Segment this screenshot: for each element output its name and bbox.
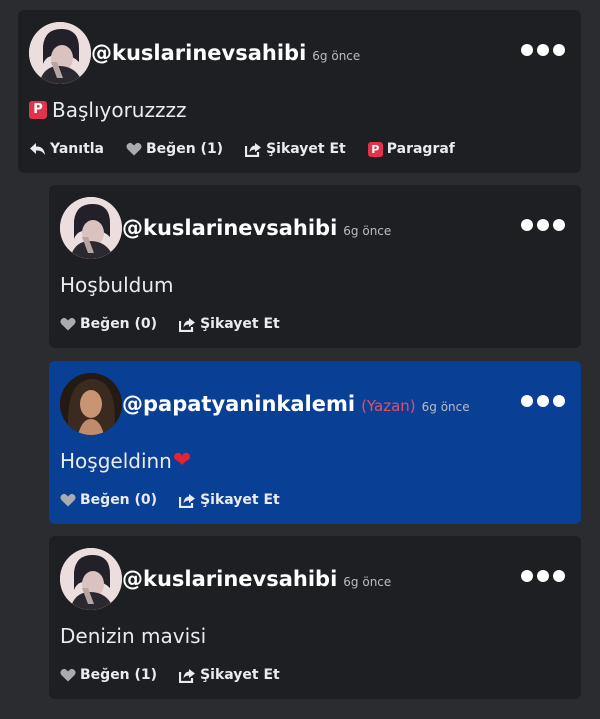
report-button[interactable]: Şikayet Et — [179, 667, 280, 683]
user-avatar-image — [60, 197, 122, 259]
report-button[interactable]: Şikayet Et — [179, 492, 280, 508]
comment-actions: Yanıtla Beğen (1) Şikayet Et P Paragraf — [29, 141, 477, 157]
more-options-icon[interactable] — [521, 395, 565, 407]
avatar[interactable] — [60, 548, 122, 610]
comment-actions: Beğen (0) Şikayet Et — [60, 492, 302, 508]
comment-body: Hoşgeldinn — [60, 449, 172, 473]
like-label: Beğen (1) — [80, 667, 158, 683]
like-button[interactable]: Beğen (1) — [60, 667, 157, 683]
timestamp: 6g önce — [343, 575, 392, 589]
comment-header: @kuslarinevsahibi 6g önce — [91, 41, 360, 68]
more-options-icon[interactable] — [521, 570, 565, 582]
like-label: Beğen (0) — [80, 316, 158, 332]
username[interactable]: @kuslarinevsahibi — [122, 567, 337, 591]
reply-label: Yanıtla — [50, 141, 105, 157]
like-label: Beğen (1) — [146, 141, 224, 157]
comment-actions: Beğen (1) Şikayet Et — [60, 667, 302, 683]
like-button[interactable]: Beğen (0) — [60, 492, 157, 508]
share-report-icon — [179, 493, 196, 508]
heart-icon — [60, 493, 76, 507]
comment-body: Hoşbuldum — [60, 273, 174, 297]
avatar[interactable] — [29, 22, 91, 84]
avatar[interactable] — [60, 373, 122, 435]
more-options-icon[interactable] — [521, 219, 565, 231]
share-report-icon — [179, 668, 196, 683]
timestamp: 6g önce — [421, 400, 470, 414]
paragraph-button[interactable]: P Paragraf — [367, 141, 455, 157]
heart-icon — [60, 668, 76, 682]
paragraph-p-icon: P — [29, 101, 47, 119]
report-button[interactable]: Şikayet Et — [179, 316, 280, 332]
user-avatar-image — [29, 22, 91, 84]
comment-header: @kuslarinevsahibi 6g önce — [122, 567, 391, 594]
comment-text: P Başlıyoruzzzz — [29, 98, 186, 122]
timestamp: 6g önce — [312, 49, 361, 63]
heart-icon — [60, 317, 76, 331]
reply-button[interactable]: Yanıtla — [29, 141, 104, 157]
like-label: Beğen (0) — [80, 492, 158, 508]
share-report-icon — [245, 142, 262, 157]
red-heart-emoji: ❤ — [172, 448, 192, 473]
paragraph-p-icon: P — [367, 141, 383, 157]
comment-body: Denizin mavisi — [60, 624, 207, 648]
share-report-icon — [179, 317, 196, 332]
comment-text: Hoşgeldinn ❤ — [60, 448, 192, 474]
user-avatar-image — [60, 548, 122, 610]
heart-icon — [126, 142, 142, 156]
reply-arrow-icon — [30, 143, 45, 155]
report-label: Şikayet Et — [200, 492, 280, 508]
comment-body: Başlıyoruzzzz — [52, 98, 187, 122]
timestamp: 6g önce — [343, 224, 392, 238]
reply-card: @kuslarinevsahibi 6g önce Denizin mavisi … — [49, 536, 581, 699]
comment-text: Hoşbuldum — [60, 273, 173, 297]
comment-card: @kuslarinevsahibi 6g önce P Başlıyoruzzzz… — [18, 10, 581, 173]
author-reply-card: @papatyaninkalemi (Yazan) 6g önce Hoşgeldi… — [49, 361, 581, 524]
avatar[interactable] — [60, 197, 122, 259]
more-options-icon[interactable] — [521, 44, 565, 56]
report-label: Şikayet Et — [200, 316, 280, 332]
comment-actions: Beğen (0) Şikayet Et — [60, 316, 302, 332]
paragraph-label: Paragraf — [386, 141, 455, 157]
report-button[interactable]: Şikayet Et — [245, 141, 346, 157]
comment-header: @kuslarinevsahibi 6g önce — [122, 216, 391, 243]
comment-text: Denizin mavisi — [60, 624, 206, 648]
comment-header: @papatyaninkalemi (Yazan) 6g önce — [122, 392, 470, 419]
report-label: Şikayet Et — [200, 667, 280, 683]
username[interactable]: @papatyaninkalemi — [122, 392, 355, 416]
username[interactable]: @kuslarinevsahibi — [122, 216, 337, 240]
report-label: Şikayet Et — [266, 141, 346, 157]
author-badge: (Yazan) — [361, 397, 416, 415]
like-button[interactable]: Beğen (0) — [60, 316, 157, 332]
username[interactable]: @kuslarinevsahibi — [91, 41, 306, 65]
author-avatar-image — [60, 373, 122, 435]
reply-card: @kuslarinevsahibi 6g önce Hoşbuldum Beğen… — [49, 185, 581, 348]
like-button[interactable]: Beğen (1) — [126, 141, 223, 157]
